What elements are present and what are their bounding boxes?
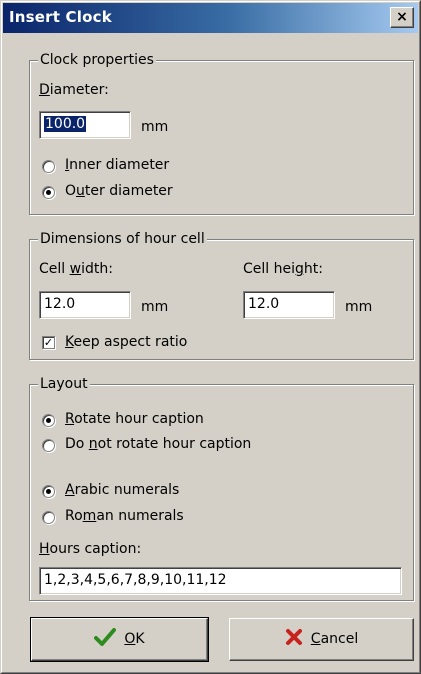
cancel-button[interactable]: Cancel	[229, 618, 414, 661]
cell-width-value: 12.0	[44, 296, 76, 312]
hours-caption-value: 1,2,3,4,5,6,7,8,9,10,11,12	[44, 572, 227, 588]
radio-selected-dot	[46, 489, 51, 494]
radio-selected-dot	[46, 418, 51, 423]
cell-height-unit: mm	[345, 299, 373, 315]
diameter-unit: mm	[141, 119, 169, 135]
ok-button[interactable]: OK	[30, 617, 209, 662]
close-icon: ×	[396, 9, 408, 25]
arabic-numerals-label[interactable]: Arabic numerals	[65, 481, 179, 499]
arabic-numerals-radio[interactable]	[42, 485, 55, 498]
hour-cell-legend: Dimensions of hour cell	[38, 230, 207, 248]
roman-numerals-radio[interactable]	[42, 511, 55, 524]
cell-height-value: 12.0	[248, 296, 280, 312]
hours-caption-input[interactable]: 1,2,3,4,5,6,7,8,9,10,11,12	[39, 567, 402, 595]
rotate-caption-label[interactable]: Rotate hour caption	[65, 410, 204, 428]
x-mark-icon	[285, 619, 303, 660]
cell-height-label: Cell height:	[243, 261, 323, 277]
keep-aspect-label[interactable]: Keep aspect ratio	[65, 333, 187, 351]
checkmark-icon: ✓	[43, 336, 54, 349]
roman-numerals-label[interactable]: Roman numerals	[65, 507, 184, 525]
inner-diameter-radio[interactable]	[42, 160, 55, 173]
diameter-input[interactable]: 100.0	[39, 111, 131, 139]
radio-selected-dot	[46, 190, 51, 195]
outer-diameter-radio[interactable]	[42, 186, 55, 199]
cell-width-unit: mm	[141, 299, 169, 315]
inner-diameter-label[interactable]: Inner diameter	[65, 156, 169, 174]
checkmark-icon	[94, 619, 117, 660]
no-rotate-caption-label[interactable]: Do not rotate hour caption	[65, 435, 251, 453]
outer-diameter-label[interactable]: Outer diameter	[65, 182, 173, 200]
ok-label: OK	[124, 631, 145, 647]
keep-aspect-checkbox[interactable]: ✓	[42, 336, 55, 349]
cell-height-input[interactable]: 12.0	[243, 291, 335, 319]
cancel-label: Cancel	[310, 631, 359, 647]
clock-properties-legend: Clock properties	[38, 51, 156, 69]
cell-width-label: Cell width:	[39, 261, 113, 277]
title-bar[interactable]: Insert Clock ×	[3, 3, 418, 33]
insert-clock-dialog: Insert Clock × Clock properties Diameter…	[0, 0, 421, 674]
rotate-caption-radio[interactable]	[42, 414, 55, 427]
cell-width-input[interactable]: 12.0	[39, 291, 131, 319]
diameter-label: Diameter:	[39, 82, 109, 98]
layout-legend: Layout	[38, 375, 90, 393]
diameter-value: 100.0	[44, 116, 87, 132]
hours-caption-label: Hours caption:	[39, 541, 142, 557]
dialog-title: Insert Clock	[9, 8, 112, 26]
no-rotate-caption-radio[interactable]	[42, 439, 55, 452]
close-button[interactable]: ×	[390, 7, 414, 28]
